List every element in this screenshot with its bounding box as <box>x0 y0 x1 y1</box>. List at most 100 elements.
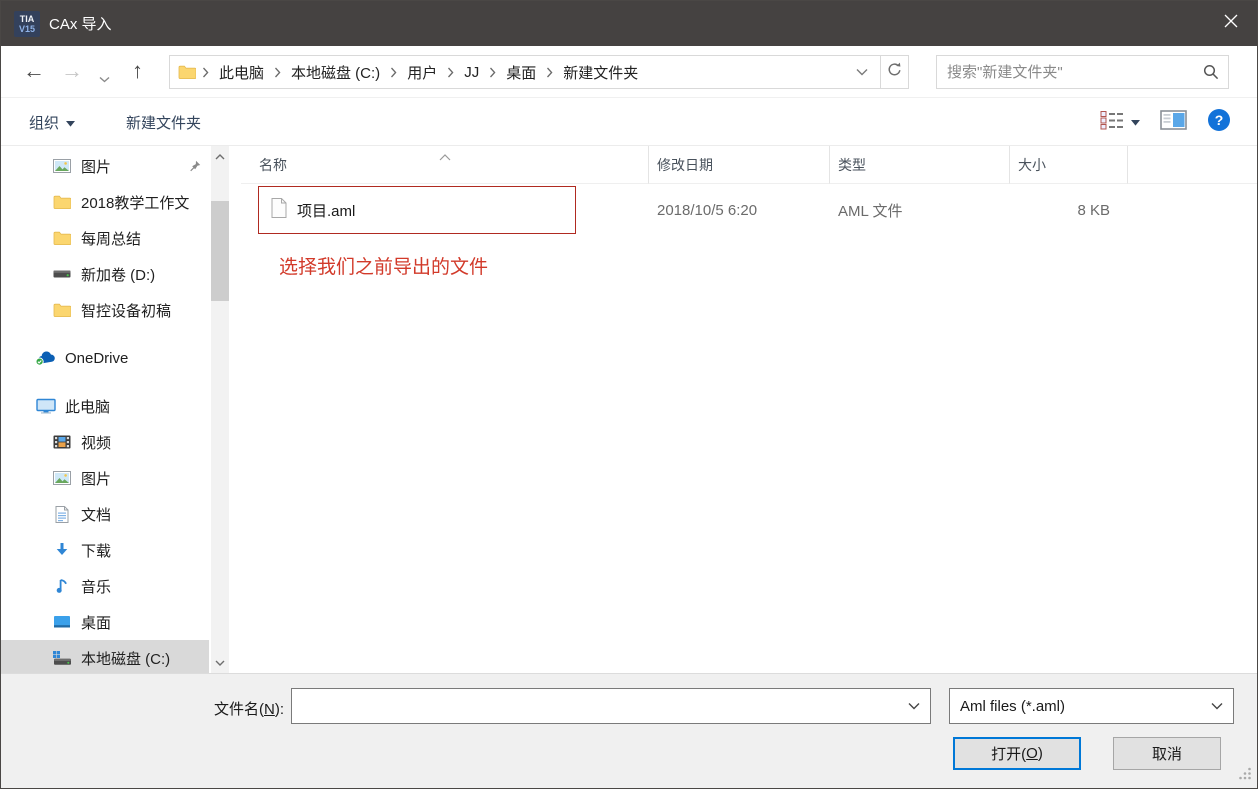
search-input[interactable] <box>937 64 1203 81</box>
sidebar-item-onedrive[interactable]: OneDrive <box>1 340 209 376</box>
breadcrumb-desktop[interactable]: 桌面 <box>502 62 540 83</box>
sidebar-item-new-volume-d[interactable]: 新加卷 (D:) <box>1 256 209 292</box>
up-button[interactable]: ↑ <box>132 58 143 84</box>
forward-button[interactable]: → <box>61 58 83 84</box>
chevron-right-icon <box>196 67 215 78</box>
column-header-date-modified[interactable]: 修改日期 <box>649 146 830 184</box>
folder-icon <box>51 303 73 317</box>
column-header-size[interactable]: 大小 <box>1010 146 1128 184</box>
change-view-button[interactable] <box>1100 110 1140 135</box>
sidebar-item-2018-teaching-folder[interactable]: 2018教学工作文 <box>1 184 209 220</box>
svg-text:?: ? <box>1215 112 1224 128</box>
file-icon <box>271 198 287 222</box>
onedrive-icon <box>35 351 57 366</box>
sidebar-item-music[interactable]: 音乐 <box>1 568 209 604</box>
sidebar-item-local-disk-c[interactable]: 本地磁盘 (C:) <box>1 640 209 676</box>
refresh-button[interactable] <box>880 55 909 89</box>
search-box <box>936 55 1229 89</box>
sidebar-item-pictures-pinned[interactable]: 图片 <box>1 148 209 184</box>
list-view-icon <box>1100 110 1125 135</box>
pictures-icon <box>51 471 73 485</box>
file-size-cell: 8 KB <box>1010 202 1128 219</box>
window-title: CAx 导入 <box>49 13 112 34</box>
filetype-value: Aml files (*.aml) <box>950 698 1211 715</box>
breadcrumb-local-disk-c[interactable]: 本地磁盘 (C:) <box>287 62 384 83</box>
sidebar-item-documents[interactable]: 文档 <box>1 496 209 532</box>
sidebar-item-videos[interactable]: 视频 <box>1 424 209 460</box>
dialog-footer: 文件名(N): Aml files (*.aml) 打开(O) 取消 <box>1 673 1257 789</box>
desktop-icon <box>51 615 73 629</box>
toolbar-right-group: ? <box>1100 98 1231 146</box>
close-button[interactable] <box>1205 1 1257 46</box>
scroll-up-icon[interactable] <box>211 148 229 165</box>
sidebar-item-weekly-summary-folder[interactable]: 每周总结 <box>1 220 209 256</box>
sidebar-item-desktop[interactable]: 桌面 <box>1 604 209 640</box>
file-row-project-aml[interactable]: 项目.aml 2018/10/5 6:20 AML 文件 8 KB <box>241 186 1257 234</box>
filename-label: 文件名(N): <box>1 698 284 719</box>
file-type-cell: AML 文件 <box>830 200 1010 221</box>
caret-down-icon <box>1131 113 1140 131</box>
caret-down-icon <box>66 114 75 131</box>
navigation-pane: 图片 2018教学工作文 每周总结 <box>1 146 241 673</box>
cancel-button[interactable]: 取消 <box>1113 737 1221 770</box>
chevron-right-icon <box>540 67 559 78</box>
chevron-down-icon <box>1211 702 1223 710</box>
open-button[interactable]: 打开(O) <box>953 737 1081 770</box>
chevron-right-icon <box>441 67 460 78</box>
sidebar-item-device-draft-folder[interactable]: 智控设备初稿 <box>1 292 209 328</box>
tia-app-icon: TIA V15 <box>14 11 40 37</box>
videos-icon <box>51 435 73 449</box>
help-icon: ? <box>1207 108 1231 137</box>
back-button[interactable]: ← <box>23 58 45 84</box>
scroll-down-icon[interactable] <box>211 654 229 671</box>
sidebar-item-downloads[interactable]: 下载 <box>1 532 209 568</box>
search-icon[interactable] <box>1203 64 1219 80</box>
pin-icon <box>189 160 201 172</box>
close-icon <box>1224 14 1238 33</box>
file-list: 名称 修改日期 类型 大小 项目.aml 2018/10/5 6:20 AML … <box>241 146 1257 673</box>
history-chevron-icon[interactable] <box>99 63 110 89</box>
chevron-right-icon <box>384 67 403 78</box>
column-header-filler <box>1128 146 1257 184</box>
documents-icon <box>51 506 73 523</box>
sidebar-scrollbar[interactable] <box>211 146 229 673</box>
breadcrumb-this-pc[interactable]: 此电脑 <box>215 62 268 83</box>
new-folder-button[interactable]: 新建文件夹 <box>126 98 201 146</box>
annotation-text: 选择我们之前导出的文件 <box>279 252 488 279</box>
chevron-right-icon <box>483 67 502 78</box>
file-name-cell: 项目.aml <box>241 198 649 222</box>
filetype-dropdown[interactable]: Aml files (*.aml) <box>949 688 1234 724</box>
breadcrumb-users[interactable]: 用户 <box>403 62 441 83</box>
folder-icon <box>51 231 73 245</box>
navigation-bar: ← → ↑ 此电脑 本地磁盘 (C:) 用户 JJ 桌面 新建文件夹 <box>1 46 1257 98</box>
drive-icon <box>51 269 73 279</box>
pictures-icon <box>51 159 73 173</box>
organize-menu-button[interactable]: 组织 <box>29 98 75 146</box>
resize-grip[interactable] <box>1238 766 1252 785</box>
preview-pane-icon <box>1160 110 1187 135</box>
help-button[interactable]: ? <box>1207 108 1231 137</box>
preview-pane-button[interactable] <box>1160 110 1187 135</box>
main-area: 图片 2018教学工作文 每周总结 <box>1 146 1257 673</box>
folder-icon <box>178 65 196 79</box>
breadcrumb: 此电脑 本地磁盘 (C:) 用户 JJ 桌面 新建文件夹 <box>169 55 881 89</box>
chevron-down-icon[interactable] <box>908 702 920 710</box>
file-date-cell: 2018/10/5 6:20 <box>649 202 830 219</box>
column-header-type[interactable]: 类型 <box>830 146 1010 184</box>
column-header-row: 名称 修改日期 类型 大小 <box>241 146 1257 184</box>
sort-ascending-icon <box>439 148 451 166</box>
filename-input[interactable] <box>292 689 908 723</box>
title-bar: TIA V15 CAx 导入 <box>1 1 1257 46</box>
sidebar-item-pictures[interactable]: 图片 <box>1 460 209 496</box>
computer-icon <box>35 398 57 414</box>
chevron-right-icon <box>268 67 287 78</box>
refresh-icon <box>886 61 903 83</box>
breadcrumb-new-folder[interactable]: 新建文件夹 <box>559 62 642 83</box>
music-icon <box>51 578 73 594</box>
file-open-dialog: TIA V15 CAx 导入 ← → ↑ 此电脑 本地磁盘 (C:) 用户 <box>0 0 1258 789</box>
scrollbar-thumb[interactable] <box>211 201 229 301</box>
address-dropdown-chevron-icon[interactable] <box>856 68 868 76</box>
downloads-icon <box>51 542 73 558</box>
sidebar-item-this-pc[interactable]: 此电脑 <box>1 388 209 424</box>
breadcrumb-jj[interactable]: JJ <box>460 64 483 81</box>
